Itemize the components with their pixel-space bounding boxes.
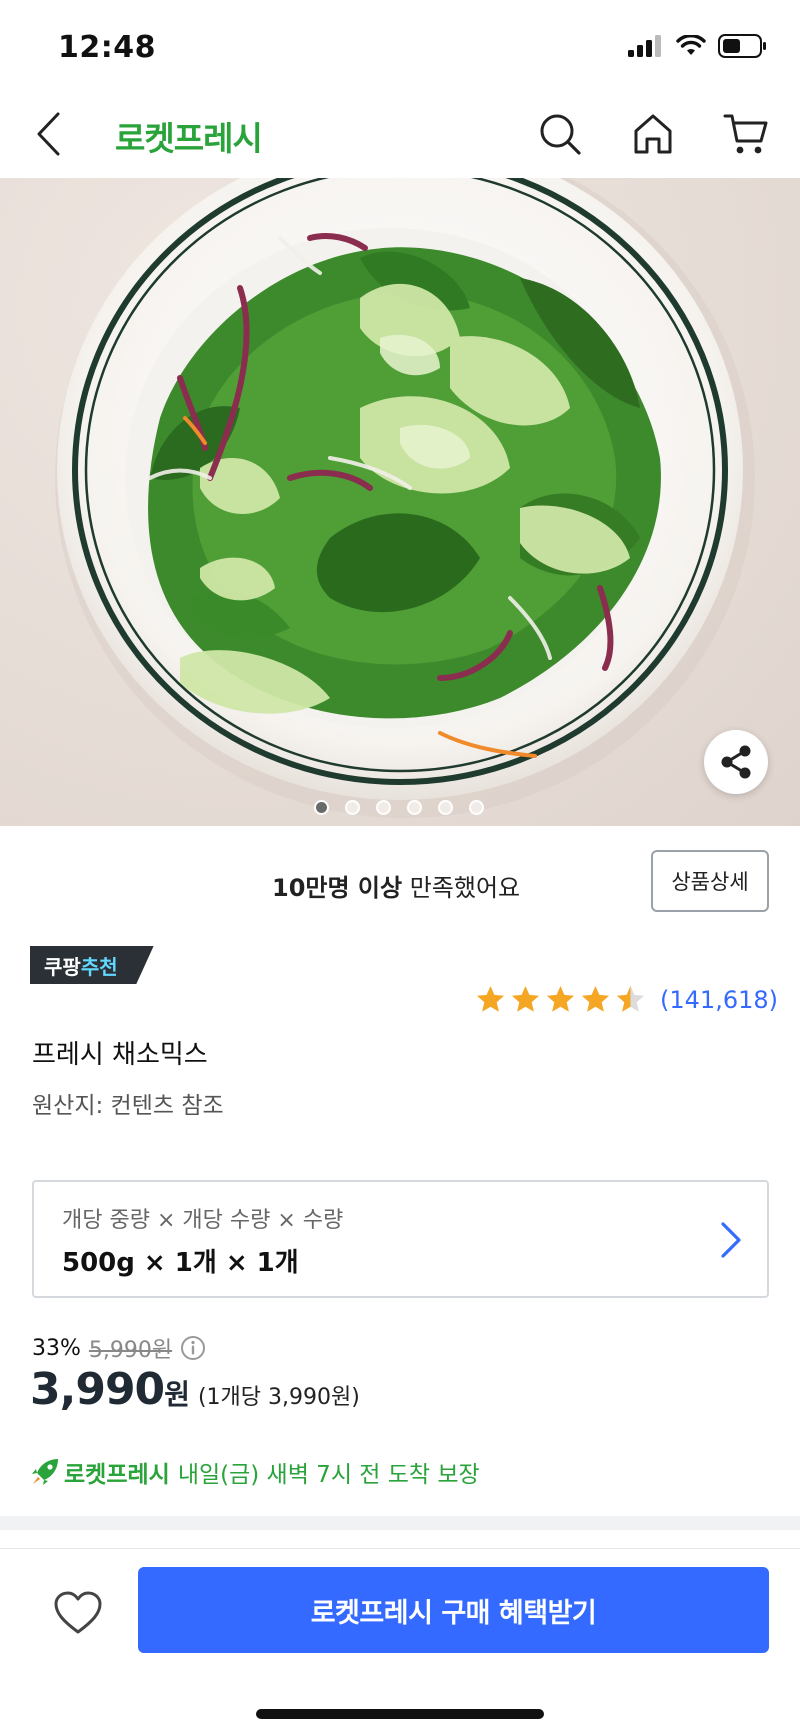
option-label: 개당 중량 × 개당 수량 × 수량 bbox=[62, 1208, 344, 1233]
original-price: 5,990원 bbox=[88, 1338, 173, 1363]
product-origin: 원산지: 컨텐츠 참조 bbox=[32, 1093, 224, 1119]
signal-icon bbox=[628, 35, 661, 57]
home-indicator bbox=[256, 1709, 544, 1719]
gallery-dot[interactable] bbox=[314, 800, 329, 815]
section-divider bbox=[0, 1516, 800, 1530]
delivery-brand: 로켓프레시 bbox=[64, 1462, 170, 1488]
bottom-action-bar: 로켓프레시 구매 혜택받기 bbox=[0, 1548, 800, 1732]
gallery-dot[interactable] bbox=[376, 800, 391, 815]
satisfaction-label: 만족했어요 bbox=[409, 874, 521, 902]
gallery-pagination bbox=[314, 800, 484, 815]
discount-line: 33% 5,990원 bbox=[32, 1332, 206, 1364]
cart-icon bbox=[723, 114, 768, 154]
wifi-icon bbox=[676, 35, 706, 55]
chevron-left-icon bbox=[37, 112, 60, 156]
status-time: 12:48 bbox=[58, 30, 156, 65]
price-currency: 원 bbox=[164, 1378, 190, 1411]
home-icon bbox=[634, 114, 672, 154]
star-half-icon bbox=[616, 985, 645, 1012]
status-bar: 12:48 bbox=[0, 0, 800, 90]
unit-price: (1개당 3,990원) bbox=[197, 1385, 360, 1410]
satisfaction-text: 10만명 이상 만족했어요 bbox=[272, 868, 520, 903]
star-full-icon bbox=[581, 985, 610, 1012]
sale-price: 3,990 bbox=[30, 1364, 165, 1415]
product-image-gallery[interactable] bbox=[0, 178, 800, 826]
battery-icon bbox=[718, 34, 766, 58]
app-header: 로켓프레시 bbox=[0, 90, 800, 178]
product-title: 프레시 채소믹스 bbox=[32, 1040, 208, 1070]
badge-accent: 추천 bbox=[80, 954, 118, 979]
product-detail-button[interactable]: 상품상세 bbox=[651, 850, 769, 912]
wishlist-button[interactable] bbox=[50, 1585, 106, 1641]
review-count-link[interactable]: (141,618) bbox=[660, 986, 778, 1014]
status-icons bbox=[628, 34, 768, 58]
star-full-icon bbox=[546, 985, 575, 1012]
satisfaction-row: 10만명 이상 만족했어요 상품상세 bbox=[0, 826, 800, 936]
gallery-dot[interactable] bbox=[469, 800, 484, 815]
gallery-dot[interactable] bbox=[345, 800, 360, 815]
price-line: 3,990 원 (1개당 3,990원) bbox=[30, 1364, 360, 1415]
chevron-right-icon bbox=[721, 1222, 741, 1258]
rating[interactable]: (141,618) bbox=[475, 984, 778, 1015]
heart-icon bbox=[54, 1591, 102, 1634]
salad-bowl-image bbox=[55, 178, 755, 818]
cart-button[interactable] bbox=[720, 108, 772, 160]
gallery-dot[interactable] bbox=[438, 800, 453, 815]
star-full-icon bbox=[476, 985, 505, 1012]
search-icon bbox=[540, 114, 581, 155]
star-full-icon bbox=[511, 985, 540, 1012]
search-button[interactable] bbox=[534, 108, 586, 160]
discount-rate: 33% bbox=[32, 1335, 81, 1361]
brand-title: 로켓프레시 bbox=[115, 119, 263, 158]
satisfaction-highlight: 10만명 이상 bbox=[272, 874, 403, 902]
home-button[interactable] bbox=[627, 108, 679, 160]
share-button[interactable] bbox=[704, 730, 768, 794]
gallery-dot[interactable] bbox=[407, 800, 422, 815]
option-value: 500g × 1개 × 1개 bbox=[62, 1248, 299, 1278]
option-selector[interactable]: 개당 중량 × 개당 수량 × 수량 500g × 1개 × 1개 bbox=[32, 1180, 769, 1298]
badge-prefix: 쿠팡 bbox=[44, 954, 81, 979]
buy-button[interactable]: 로켓프레시 구매 혜택받기 bbox=[138, 1567, 769, 1653]
delivery-promise: 로켓프레시 내일(금) 새벽 7시 전 도착 보장 bbox=[30, 1455, 480, 1489]
info-icon[interactable] bbox=[180, 1335, 206, 1361]
delivery-text: 내일(금) 새벽 7시 전 도착 보장 bbox=[177, 1462, 480, 1488]
rocket-icon bbox=[32, 1459, 58, 1485]
share-icon bbox=[721, 745, 751, 779]
back-button[interactable] bbox=[22, 106, 74, 162]
coupang-recommend-badge: 쿠팡 추천 bbox=[30, 946, 154, 984]
